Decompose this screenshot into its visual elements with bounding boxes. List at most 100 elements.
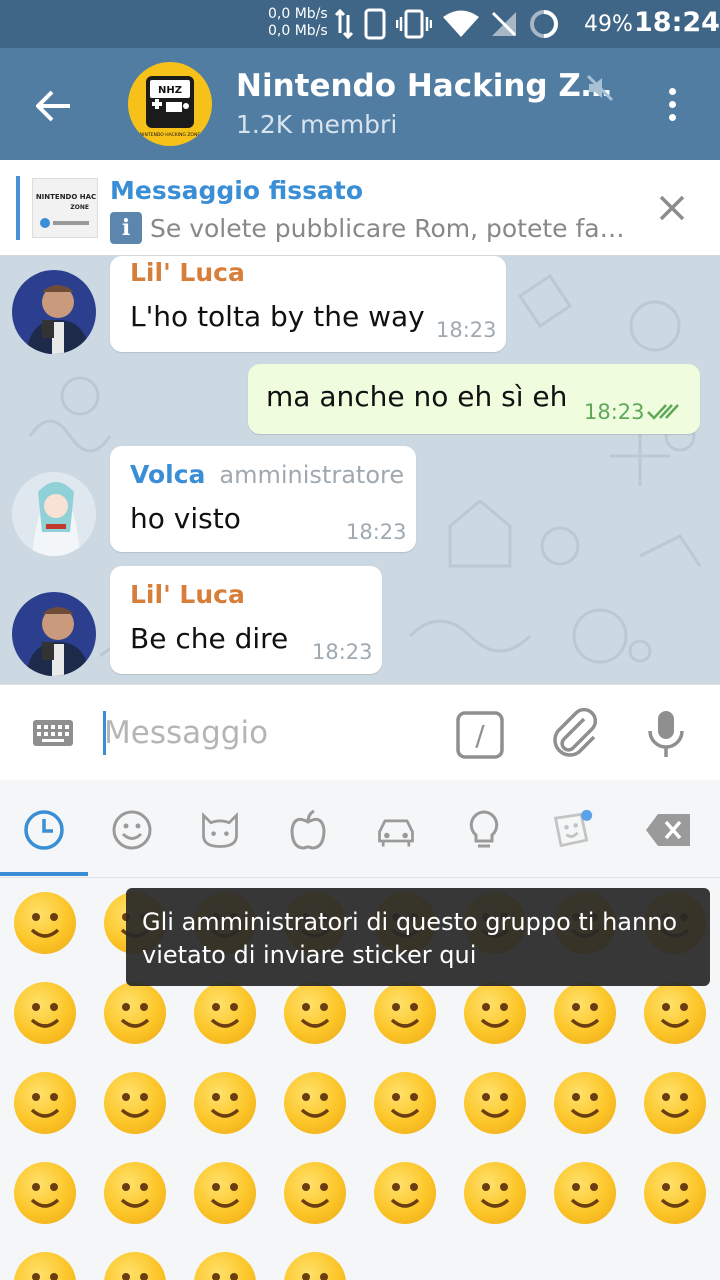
- message-time: 18:23: [436, 318, 497, 342]
- tab-food[interactable]: [286, 808, 330, 852]
- sender-name: Lil' Luca: [130, 580, 245, 609]
- more-options-button[interactable]: [650, 82, 694, 126]
- keyboard-icon[interactable]: [32, 717, 74, 749]
- emoji-key[interactable]: [194, 982, 256, 1044]
- recent-clock-icon: [24, 810, 64, 850]
- status-icons: [334, 8, 560, 40]
- arrow-back-icon: [36, 90, 70, 122]
- pinned-text: Se volete pubblicare Rom, potete fa…: [150, 213, 625, 243]
- message-bubble[interactable]: Lil' Luca L'ho tolta by the way 18:23: [110, 256, 506, 352]
- message-bubble[interactable]: Lil' Luca Be che dire 18:23: [110, 566, 382, 674]
- emoji-key[interactable]: [194, 1162, 256, 1224]
- pinned-message[interactable]: NINTENDO HAC ZONE Messaggio fissato i Se…: [0, 160, 720, 256]
- tab-recent[interactable]: [22, 808, 66, 852]
- tab-smileys[interactable]: [110, 808, 154, 852]
- emoji-key[interactable]: [644, 982, 706, 1044]
- net-speed-up: 0,0 Mb/s: [268, 6, 328, 22]
- net-speed-down: 0,0 Mb/s: [268, 23, 328, 39]
- emoji-key[interactable]: [554, 982, 616, 1044]
- chat-area[interactable]: Lil' Luca L'ho tolta by the way 18:23 ma…: [0, 256, 720, 684]
- emoji-key[interactable]: [554, 1072, 616, 1134]
- emoji-tabs: [0, 780, 720, 878]
- emoji-key[interactable]: [14, 1162, 76, 1224]
- emoji-key[interactable]: [104, 1072, 166, 1134]
- lightbulb-icon: [469, 810, 499, 848]
- message-text: L'ho tolta by the way: [130, 300, 425, 333]
- emoji-key[interactable]: [464, 982, 526, 1044]
- command-glyph: /: [475, 719, 485, 752]
- tab-objects[interactable]: [462, 808, 506, 852]
- emoji-key[interactable]: [14, 982, 76, 1044]
- active-tab-indicator: [0, 872, 88, 876]
- emoji-key[interactable]: [104, 1252, 166, 1280]
- emoji-key[interactable]: [104, 1162, 166, 1224]
- emoji-key[interactable]: [374, 1162, 436, 1224]
- emoji-key[interactable]: [644, 1072, 706, 1134]
- message-text: ho visto: [130, 502, 241, 535]
- backspace-button[interactable]: [644, 808, 692, 852]
- pinned-accent-bar: [16, 176, 20, 240]
- microphone-icon[interactable]: [646, 709, 686, 759]
- paperclip-icon[interactable]: [550, 707, 600, 759]
- network-speed: 0,0 Mb/s 0,0 Mb/s: [268, 6, 328, 40]
- battery-ring-icon: [530, 10, 558, 38]
- emoji-key[interactable]: [284, 982, 346, 1044]
- cat-icon: [202, 812, 238, 848]
- wifi-icon: [443, 10, 479, 37]
- tab-travel[interactable]: [374, 808, 418, 852]
- sender-name: Volca amministratore: [130, 460, 405, 489]
- emoji-key[interactable]: [14, 1072, 76, 1134]
- toast-line-2: vietato di inviare sticker qui: [142, 941, 477, 969]
- emoji-key[interactable]: [284, 1162, 346, 1224]
- emoji-key[interactable]: [284, 1252, 346, 1280]
- emoji-key[interactable]: [194, 1072, 256, 1134]
- emoji-key[interactable]: [194, 1252, 256, 1280]
- message-bubble[interactable]: Volca amministratore ho visto 18:23: [110, 446, 416, 552]
- tab-animals[interactable]: [198, 808, 242, 852]
- status-bar: 0,0 Mb/s 0,0 Mb/s 49% 18:24: [0, 0, 720, 48]
- tab-stickers[interactable]: [550, 808, 594, 852]
- emoji-key[interactable]: [374, 982, 436, 1044]
- avatar[interactable]: [12, 270, 96, 354]
- no-signal-icon: [491, 11, 517, 37]
- emoji-key[interactable]: [554, 1162, 616, 1224]
- sender-name: Lil' Luca: [130, 258, 245, 287]
- avatar-caption: NINTENDO HACKING ZONE: [140, 132, 201, 138]
- close-icon[interactable]: [652, 188, 692, 228]
- message-time: 18:23: [584, 400, 645, 424]
- group-avatar[interactable]: NHZ NINTENDO HACKING ZONE: [128, 62, 212, 146]
- admin-badge: amministratore: [219, 461, 405, 489]
- message-input[interactable]: [104, 709, 434, 757]
- phone-outline-icon: [364, 8, 386, 40]
- emoji-key[interactable]: [464, 1162, 526, 1224]
- avatar[interactable]: [12, 592, 96, 676]
- message-text: Be che dire: [130, 622, 289, 655]
- emoji-panel: [0, 780, 720, 1280]
- smiley-icon: [112, 810, 152, 850]
- emoji-key[interactable]: [14, 1252, 76, 1280]
- pinned-title: Messaggio fissato: [110, 176, 363, 205]
- avatar[interactable]: [12, 472, 96, 556]
- info-icon: i: [110, 212, 142, 244]
- group-title[interactable]: Nintendo Hacking Z…: [236, 68, 612, 104]
- clock: 18:24: [634, 7, 720, 38]
- message-text: ma anche no eh sì eh: [266, 380, 568, 413]
- toast-line-1: Gli amministratori di questo gruppo ti h…: [142, 908, 678, 936]
- bot-command-button[interactable]: /: [456, 711, 504, 763]
- chat-header: NHZ NINTENDO HACKING ZONE Nintendo Hacki…: [0, 48, 720, 160]
- back-button[interactable]: [28, 80, 80, 132]
- emoji-key[interactable]: [374, 1072, 436, 1134]
- emoji-key[interactable]: [14, 892, 76, 954]
- message-input-bar: /: [0, 684, 720, 780]
- emoji-key[interactable]: [644, 1162, 706, 1224]
- message-time: 18:23: [312, 640, 373, 664]
- car-icon: [378, 819, 414, 847]
- battery-percent: 49%: [584, 11, 633, 37]
- sticker-restriction-toast: Gli amministratori di questo gruppo ti h…: [126, 888, 710, 986]
- emoji-key[interactable]: [464, 1072, 526, 1134]
- emoji-key[interactable]: [104, 982, 166, 1044]
- pinned-preview: i Se volete pubblicare Rom, potete fa…: [110, 212, 625, 244]
- message-bubble-outgoing[interactable]: ma anche no eh sì eh 18:23: [248, 364, 700, 434]
- emoji-key[interactable]: [284, 1072, 346, 1134]
- avatar-logo-text: NHZ: [158, 85, 182, 96]
